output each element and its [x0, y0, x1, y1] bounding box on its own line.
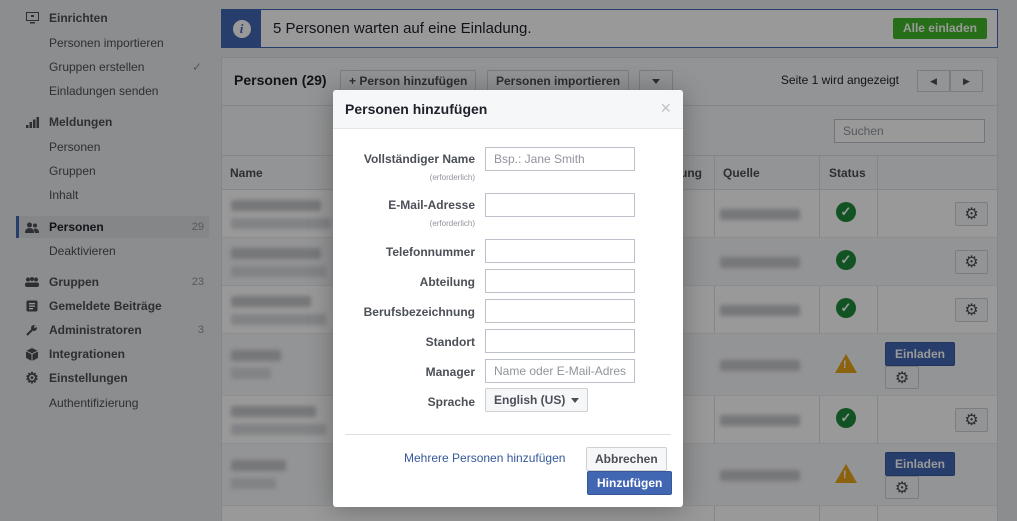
- location-label: Standort: [425, 335, 475, 349]
- chevron-down-icon: [571, 397, 580, 403]
- close-icon[interactable]: ×: [660, 99, 671, 117]
- phone-label: Telefonnummer: [385, 245, 475, 259]
- email-field[interactable]: [485, 193, 635, 217]
- job-title-field[interactable]: [485, 299, 635, 323]
- dialog-title: Personen hinzufügen: [345, 101, 488, 117]
- cancel-button[interactable]: Abbrechen: [586, 447, 667, 471]
- manager-label: Manager: [425, 365, 475, 379]
- language-label: Sprache: [427, 395, 475, 409]
- dialog-divider: [345, 434, 671, 435]
- job-title-label: Berufsbezeichnung: [363, 305, 475, 319]
- required-note: (erforderlich): [429, 219, 475, 228]
- phone-field[interactable]: [485, 239, 635, 263]
- department-label: Abteilung: [419, 275, 475, 289]
- required-note: (erforderlich): [429, 173, 475, 182]
- language-select[interactable]: English (US): [485, 388, 589, 412]
- add-button[interactable]: Hinzufügen: [587, 471, 673, 495]
- add-people-dialog: Personen hinzufügen × Vollständiger Name…: [333, 90, 683, 507]
- add-multiple-people-link[interactable]: Mehrere Personen hinzufügen: [404, 451, 565, 465]
- dialog-header: Personen hinzufügen ×: [333, 90, 683, 129]
- email-label: E-Mail-Adresse: [388, 198, 475, 212]
- full-name-field[interactable]: [485, 147, 635, 171]
- location-field[interactable]: [485, 329, 635, 353]
- full-name-label: Vollständiger Name: [363, 152, 475, 166]
- department-field[interactable]: [485, 269, 635, 293]
- language-value: English (US): [494, 393, 566, 407]
- manager-field[interactable]: [485, 359, 635, 383]
